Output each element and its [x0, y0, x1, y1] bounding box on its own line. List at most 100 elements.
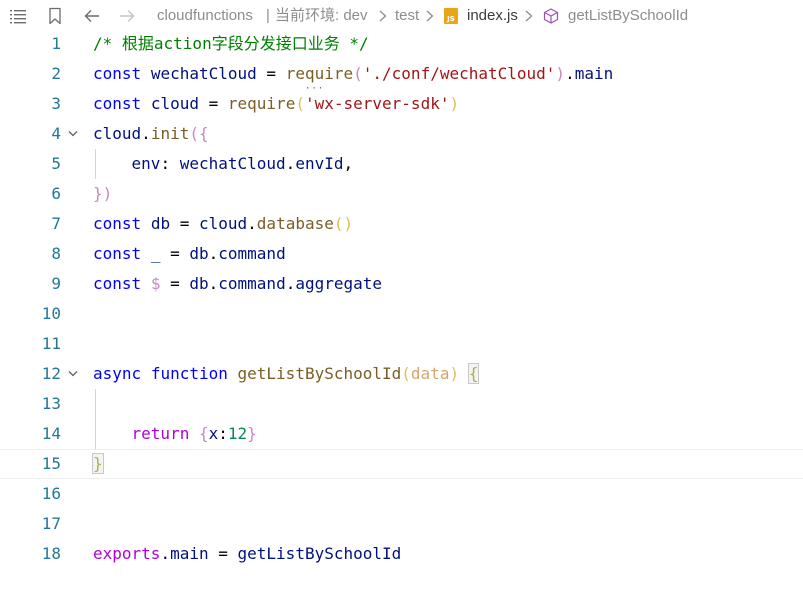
- code-token: ): [555, 64, 566, 83]
- code-text[interactable]: async function getListBySchoolId(data) {: [93, 359, 480, 389]
- fold-chevron-icon[interactable]: [66, 367, 80, 381]
- code-token: data: [410, 364, 450, 383]
- code-token: ({: [189, 124, 209, 143]
- code-line[interactable]: 10: [0, 299, 803, 329]
- code-text[interactable]: const wechatCloud = req ··· uire('./conf/w…: [93, 59, 613, 94]
- breadcrumb-env[interactable]: 当前环境: dev: [275, 0, 368, 32]
- line-number: 8: [51, 244, 61, 263]
- code-token: ): [449, 94, 460, 113]
- code-line[interactable]: 2 const wechatCloud = req ··· uire('./conf/…: [0, 59, 803, 94]
- code-token: .: [141, 124, 151, 143]
- code-line[interactable]: 4 cloud.init({: [0, 119, 803, 149]
- code-token: .: [208, 244, 219, 263]
- line-number: 16: [41, 484, 61, 503]
- code-line[interactable]: 1 /* 根据action字段分发接口业务 */: [0, 29, 803, 59]
- code-line[interactable]: 14 return {x:12}: [0, 419, 803, 449]
- code-token: './conf/wechatCloud': [362, 64, 556, 83]
- code-token: command: [218, 244, 286, 263]
- code-token: .: [160, 544, 171, 563]
- code-token: x: [208, 424, 219, 443]
- code-token: getListBySchoolId: [237, 544, 402, 563]
- breadcrumb-project[interactable]: cloudfunctions: [157, 0, 253, 32]
- code-line[interactable]: 18 exports.main = getListBySchoolId: [0, 539, 803, 569]
- code-text[interactable]: const _ = db.command: [93, 239, 286, 269]
- code-token: .: [565, 64, 575, 83]
- code-text[interactable]: /* 根据action字段分发接口业务 */: [93, 29, 369, 59]
- chevron-right-icon: [376, 6, 390, 26]
- code-token: aggregate: [295, 274, 383, 293]
- code-token: const: [93, 94, 142, 113]
- breadcrumb-file[interactable]: index.js: [467, 0, 518, 32]
- code-token: database: [256, 214, 334, 233]
- line-number: 1: [51, 34, 61, 53]
- code-text[interactable]: return {x:12}: [93, 419, 257, 449]
- code-token: wechatCloud: [150, 64, 257, 83]
- code-line[interactable]: 13: [0, 389, 803, 419]
- code-text[interactable]: const $ = db.command.aggregate: [93, 269, 382, 299]
- code-token: require: [227, 94, 296, 113]
- code-line[interactable]: 9 const $ = db.command.aggregate: [0, 269, 803, 299]
- line-number: 4: [51, 124, 61, 143]
- code-token: db: [150, 214, 171, 233]
- code-token: const: [93, 214, 142, 233]
- code-token: wechatCloud: [179, 154, 286, 173]
- code-text[interactable]: env: wechatCloud.envId,: [93, 149, 354, 179]
- line-number: 18: [41, 544, 61, 563]
- breadcrumb-bar: cloudfunctions | 当前环境: dev test JS index…: [0, 0, 803, 32]
- bookmark-icon[interactable]: [45, 6, 65, 26]
- code-token: :: [160, 154, 180, 173]
- code-text[interactable]: const cloud = require('wx-server-sdk'): [93, 89, 459, 119]
- code-token: db: [189, 274, 209, 293]
- code-line[interactable]: 12 async function getListBySchoolId(data)…: [0, 359, 803, 389]
- code-line[interactable]: 16: [0, 479, 803, 509]
- line-number: 15: [41, 454, 61, 473]
- code-line[interactable]: 17: [0, 509, 803, 539]
- breadcrumb-symbol[interactable]: getListBySchoolId: [568, 0, 688, 32]
- outline-list-icon[interactable]: [8, 6, 28, 26]
- forward-arrow-icon[interactable]: [117, 6, 137, 26]
- breadcrumb-folder[interactable]: test: [395, 0, 419, 32]
- code-token: (): [333, 214, 354, 233]
- code-line[interactable]: 7 const db = cloud.database(): [0, 209, 803, 239]
- line-number: 3: [51, 94, 61, 113]
- code-token: getListBySchoolId: [237, 364, 402, 383]
- code-editor[interactable]: 1 /* 根据action字段分发接口业务 */ 2 const wechatClou…: [0, 32, 803, 606]
- code-text[interactable]: const db = cloud.database(): [93, 209, 353, 239]
- code-token: =: [198, 94, 228, 113]
- code-token: cloud: [150, 94, 199, 113]
- code-token: {: [198, 424, 209, 443]
- code-token: (: [353, 64, 363, 83]
- cube-symbol-icon: [542, 6, 560, 26]
- code-text[interactable]: cloud.init({: [93, 119, 209, 149]
- code-text[interactable]: }): [93, 179, 112, 209]
- code-token: 'wx-server-sdk': [304, 94, 450, 113]
- code-token: =: [160, 274, 190, 293]
- code-line[interactable]: 15}: [0, 449, 803, 479]
- indent-guide: [95, 389, 96, 419]
- back-arrow-icon[interactable]: [82, 6, 102, 26]
- chevron-right-icon: [522, 6, 536, 26]
- code-token: db: [189, 244, 209, 263]
- breadcrumb-separator: |: [266, 7, 270, 24]
- code-token: uire: [314, 64, 354, 83]
- code-token: .: [247, 214, 257, 233]
- code-line[interactable]: 3 const cloud = require('wx-server-sdk'): [0, 89, 803, 119]
- code-text[interactable]: }: [92, 450, 104, 478]
- code-line[interactable]: 8 const _ = db.command: [0, 239, 803, 269]
- code-token: command: [218, 274, 286, 293]
- line-number: 13: [41, 394, 61, 413]
- code-line[interactable]: 5 env: wechatCloud.envId,: [0, 149, 803, 179]
- code-text[interactable]: exports.main = getListBySchoolId: [93, 539, 401, 569]
- code-line[interactable]: 6}): [0, 179, 803, 209]
- code-token: _: [150, 244, 161, 263]
- line-number: 7: [51, 214, 61, 233]
- fold-chevron-icon[interactable]: [66, 127, 80, 141]
- code-token: q ···: [304, 64, 325, 94]
- code-token: ,: [343, 154, 354, 173]
- code-token: cloud: [93, 124, 142, 143]
- chevron-right-icon: [423, 6, 437, 26]
- line-number: 6: [51, 184, 61, 203]
- code-line[interactable]: 11: [0, 329, 803, 359]
